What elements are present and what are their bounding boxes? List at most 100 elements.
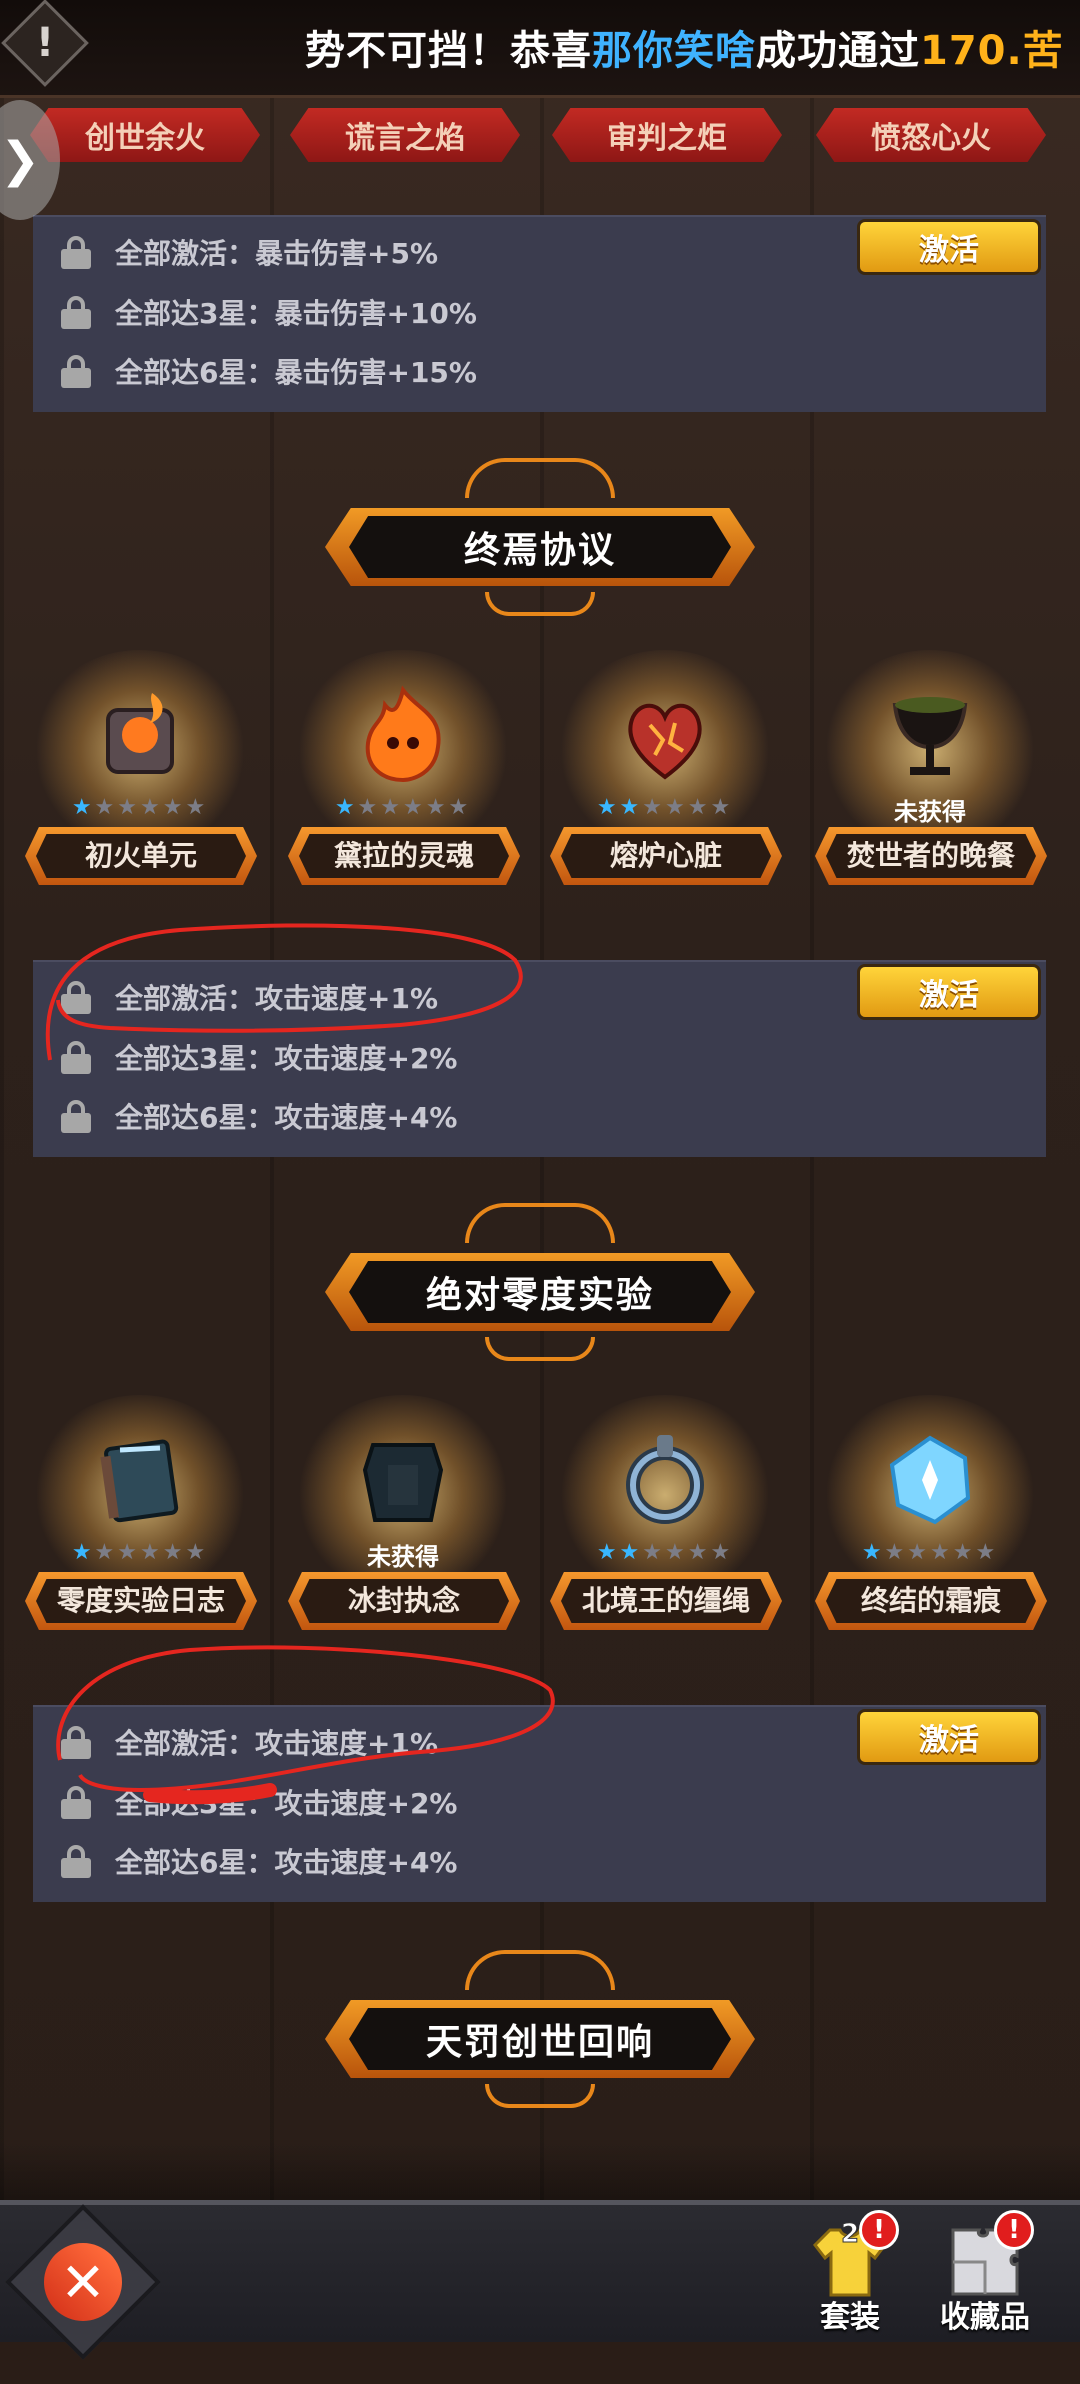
ornament bbox=[485, 1337, 595, 1361]
activate-button[interactable]: 激活 bbox=[857, 219, 1041, 275]
stone-core-icon bbox=[106, 693, 174, 774]
bonus-text: 全部达6星：暴击伤害+15% bbox=[115, 356, 477, 389]
bonus-line: 全部达6星：暴击伤害+15% bbox=[61, 351, 477, 391]
collectible-item[interactable]: ★★★★★★ 终结的霜痕 bbox=[810, 1395, 1050, 1635]
star-rating: ★★★★★★ bbox=[596, 795, 734, 820]
bonus-text: 全部达3星：攻击速度+2% bbox=[115, 1787, 458, 1820]
set-bonus-panel: 激活 全部激活：攻击速度+1% 全部达3星：攻击速度+2% 全部达6星：攻击速度… bbox=[33, 960, 1046, 1157]
section-title-3: 天罚创世回响 bbox=[325, 1950, 755, 2108]
set-bonus-panel: 激活 全部激活：暴击伤害+5% 全部达3星：暴击伤害+10% 全部达6星：暴击伤… bbox=[33, 215, 1046, 412]
star-rating: ★★★★★★ bbox=[71, 795, 209, 820]
rein-ring-icon bbox=[626, 1435, 704, 1524]
lock-icon bbox=[61, 1041, 93, 1074]
close-button[interactable]: ✕ bbox=[5, 2204, 161, 2360]
section-title-text: 终焉协议 bbox=[349, 516, 731, 578]
activate-button[interactable]: 激活 bbox=[857, 964, 1041, 1020]
lock-icon bbox=[61, 236, 93, 269]
goblet-icon bbox=[892, 697, 968, 775]
furnace-heart-icon bbox=[628, 703, 702, 780]
lock-icon bbox=[61, 355, 93, 388]
bonus-line: 全部达3星：攻击速度+2% bbox=[61, 1037, 457, 1077]
lock-icon bbox=[61, 1786, 93, 1819]
item-name-label: 终结的霜痕 bbox=[815, 1572, 1047, 1630]
collectible-item[interactable]: 未获得 冰封执念 bbox=[283, 1395, 523, 1635]
player-name: 那你笑啥 bbox=[592, 28, 756, 74]
collectible-item[interactable]: ★★★★★★ 熔炉心脏 bbox=[545, 650, 785, 890]
tab-outfit-set[interactable]: 2 ! 套装 bbox=[795, 2210, 905, 2340]
previous-set-items: 创世余火 谎言之焰 审判之炬 愤怒心火 bbox=[0, 108, 1080, 168]
notification-badge: ! bbox=[994, 2210, 1034, 2250]
chevron-left-icon: ❯ bbox=[0, 132, 41, 188]
frost-crystal-icon bbox=[889, 1435, 971, 1525]
lock-icon bbox=[61, 1726, 93, 1759]
warning-icon[interactable]: ! bbox=[1, 0, 89, 87]
crown-ornament bbox=[465, 1203, 615, 1243]
bonus-text: 全部达6星：攻击速度+4% bbox=[115, 1846, 458, 1879]
item-name-label: 零度实验日志 bbox=[25, 1572, 257, 1630]
bottom-navigation: ✕ 2 ! 套装 ! 收藏品 bbox=[0, 2200, 1080, 2360]
crown-ornament bbox=[465, 1950, 615, 1990]
announcement-banner: ! 势不可挡！恭喜那你笑啥成功通过170.苦 bbox=[0, 0, 1080, 98]
bonus-text: 全部激活：攻击速度+1% bbox=[115, 1727, 438, 1760]
tab-count: 2 bbox=[841, 2220, 859, 2249]
item-name-label: 北境王的缰绳 bbox=[550, 1572, 782, 1630]
flame-soul-icon bbox=[365, 685, 441, 783]
item-name-label: 熔炉心脏 bbox=[550, 827, 782, 885]
lock-icon bbox=[61, 296, 93, 329]
tab-label: 套装 bbox=[820, 2300, 880, 2335]
item-ribbon[interactable]: 创世余火 bbox=[30, 108, 260, 162]
bonus-text: 全部达3星：暴击伤害+10% bbox=[115, 297, 477, 330]
collectible-item[interactable]: ★★★★★★ 零度实验日志 bbox=[20, 1395, 260, 1635]
bonus-text: 全部达3星：攻击速度+2% bbox=[115, 1042, 458, 1075]
bonus-line: 全部达6星：攻击速度+4% bbox=[61, 1841, 457, 1881]
item-name-label: 焚世者的晚餐 bbox=[815, 827, 1047, 885]
activate-button[interactable]: 激活 bbox=[857, 1709, 1041, 1765]
bonus-line: 全部达6星：攻击速度+4% bbox=[61, 1096, 457, 1136]
star-rating: ★★★★★★ bbox=[334, 795, 472, 820]
lock-icon bbox=[61, 1100, 93, 1133]
item-ribbon[interactable]: 审判之炬 bbox=[552, 108, 782, 162]
bonus-text: 全部达6星：攻击速度+4% bbox=[115, 1101, 458, 1134]
bonus-text: 全部激活：暴击伤害+5% bbox=[115, 237, 438, 270]
bonus-line: 全部激活：攻击速度+1% bbox=[61, 977, 438, 1017]
level-number: 170. bbox=[920, 28, 1023, 74]
announcement-suffix: 苦 bbox=[1022, 28, 1064, 74]
bonus-line: 全部激活：攻击速度+1% bbox=[61, 1722, 438, 1762]
bonus-line: 全部达3星：攻击速度+2% bbox=[61, 1782, 457, 1822]
announcement-text: 势不可挡！恭喜那你笑啥成功通过170.苦 bbox=[305, 18, 1064, 76]
collectible-item[interactable]: ★★★★★★ 黛拉的灵魂 bbox=[283, 650, 523, 890]
section-title-1: 终焉协议 bbox=[325, 458, 755, 616]
notification-badge: ! bbox=[859, 2210, 899, 2250]
frozen-book-icon bbox=[100, 1439, 179, 1523]
announcement-mid: 成功通过 bbox=[756, 28, 920, 74]
collectible-item[interactable]: 未获得 焚世者的晚餐 bbox=[810, 650, 1050, 890]
item-name-label: 黛拉的灵魂 bbox=[288, 827, 520, 885]
ornament bbox=[485, 2084, 595, 2108]
section-title-text: 天罚创世回响 bbox=[349, 2008, 731, 2070]
star-rating: ★★★★★★ bbox=[861, 1540, 999, 1565]
section-title-2: 绝对零度实验 bbox=[325, 1203, 755, 1361]
bonus-line: 全部激活：暴击伤害+5% bbox=[61, 232, 438, 272]
lock-icon bbox=[61, 981, 93, 1014]
star-rating: ★★★★★★ bbox=[71, 1540, 209, 1565]
collectible-item[interactable]: ★★★★★★ 初火单元 bbox=[20, 650, 260, 890]
announcement-prefix: 势不可挡！恭喜 bbox=[305, 28, 592, 74]
close-icon: ✕ bbox=[60, 2250, 106, 2314]
bonus-line: 全部达3星：暴击伤害+10% bbox=[61, 292, 477, 332]
tab-label: 收藏品 bbox=[940, 2300, 1030, 2335]
item-name-label: 初火单元 bbox=[25, 827, 257, 885]
collectible-item[interactable]: ★★★★★★ 北境王的缰绳 bbox=[545, 1395, 785, 1635]
item-ribbon[interactable]: 愤怒心火 bbox=[816, 108, 1046, 162]
bonus-text: 全部激活：攻击速度+1% bbox=[115, 982, 438, 1015]
item-ribbon[interactable]: 谎言之焰 bbox=[290, 108, 520, 162]
star-rating: ★★★★★★ bbox=[596, 1540, 734, 1565]
not-owned-text: 未获得 bbox=[367, 1543, 439, 1571]
not-owned-text: 未获得 bbox=[894, 798, 966, 826]
section-title-text: 绝对零度实验 bbox=[349, 1261, 731, 1323]
set-bonus-panel: 激活 全部激活：攻击速度+1% 全部达3星：攻击速度+2% 全部达6星：攻击速度… bbox=[33, 1705, 1046, 1902]
tab-collection[interactable]: ! 收藏品 bbox=[930, 2210, 1040, 2340]
crown-ornament bbox=[465, 458, 615, 498]
lock-icon bbox=[61, 1845, 93, 1878]
item-name-label: 冰封执念 bbox=[288, 1572, 520, 1630]
ornament bbox=[485, 592, 595, 616]
